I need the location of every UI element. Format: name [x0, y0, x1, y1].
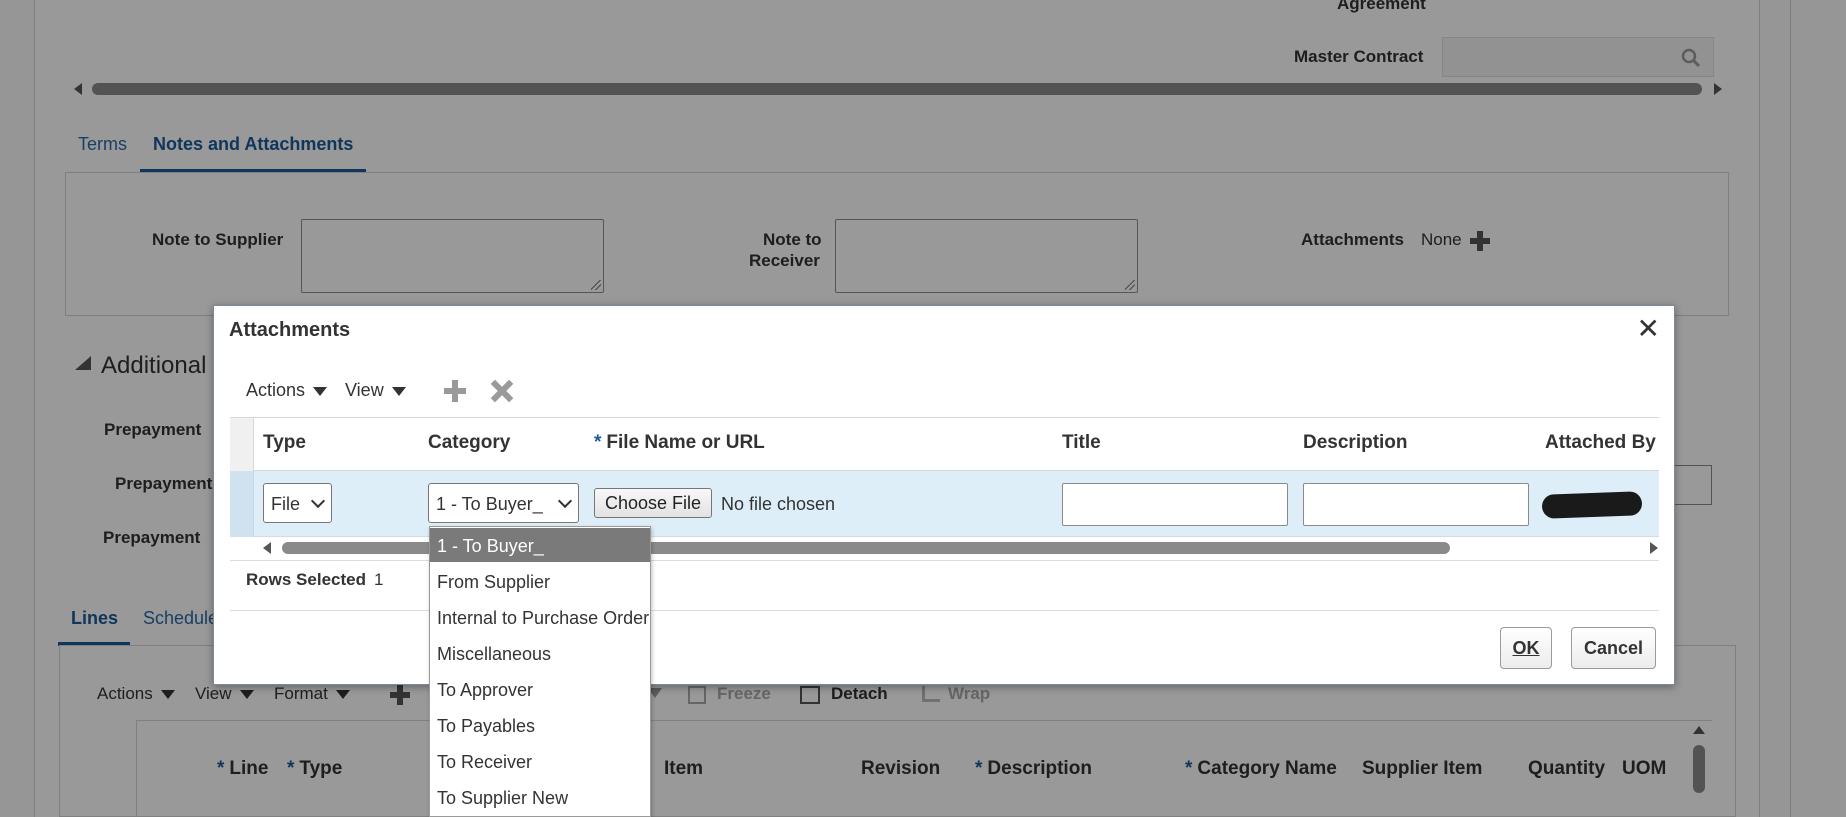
col-title: Title	[1062, 432, 1101, 453]
rows-selected-value: 1	[374, 570, 384, 589]
col-file-name: * File Name or URL	[594, 432, 765, 453]
category-option[interactable]: Miscellaneous	[430, 636, 650, 670]
category-option[interactable]: To Payables	[430, 708, 650, 742]
category-option[interactable]: To Approver	[430, 672, 650, 706]
cancel-button[interactable]: Cancel	[1571, 627, 1656, 669]
col-category: Category	[428, 432, 511, 453]
dialog-view-menu[interactable]: View	[345, 380, 406, 401]
delete-row-icon[interactable]	[491, 380, 513, 402]
caret-down-icon	[391, 386, 406, 396]
chevron-down-icon	[557, 493, 573, 509]
category-option[interactable]: Internal to Purchase Order	[430, 600, 650, 634]
header-selector-cell	[230, 418, 254, 471]
dialog-view-label: View	[345, 380, 384, 400]
row-selector-cell[interactable]	[230, 471, 254, 537]
redacted-attached-by	[1541, 491, 1643, 519]
category-option[interactable]: To Receiver	[430, 744, 650, 778]
dialog-actions-menu[interactable]: Actions	[246, 380, 328, 401]
type-select-value: File	[271, 494, 301, 514]
scroll-left-arrow-icon[interactable]	[263, 542, 271, 554]
category-dropdown-list: 1 - To Buyer_ From Supplier Internal to …	[429, 526, 651, 817]
choose-file-button[interactable]: Choose File	[594, 488, 713, 518]
chevron-down-icon	[310, 493, 326, 509]
add-row-icon[interactable]	[444, 380, 466, 402]
category-option[interactable]: To Supplier New	[430, 780, 650, 814]
close-icon[interactable]: ✕	[1637, 314, 1660, 344]
col-description: Description	[1303, 432, 1408, 453]
category-select-value: 1 - To Buyer_	[436, 494, 543, 514]
col-attached-by: Attached By	[1545, 432, 1656, 453]
rows-selected: Rows Selected 1	[246, 570, 383, 590]
cancel-button-label: Cancel	[1583, 638, 1644, 658]
attachments-grid-header: Type Category * File Name or URL Title De…	[230, 417, 1659, 471]
ok-button[interactable]: OK	[1500, 627, 1552, 669]
dialog-actions-label: Actions	[246, 380, 306, 400]
col-type: Type	[263, 432, 306, 453]
category-select[interactable]: 1 - To Buyer_	[428, 483, 579, 523]
dialog-title: Attachments	[229, 319, 351, 341]
description-input[interactable]	[1303, 483, 1529, 526]
category-option[interactable]: From Supplier	[430, 564, 650, 598]
ok-button-label: OK	[1512, 638, 1540, 658]
type-select[interactable]: File	[263, 483, 332, 523]
title-input[interactable]	[1062, 483, 1288, 526]
caret-down-icon	[313, 386, 328, 396]
no-file-chosen-text: No file chosen	[721, 494, 836, 514]
scroll-right-arrow-icon[interactable]	[1650, 542, 1658, 554]
category-option-selected[interactable]: 1 - To Buyer_	[430, 528, 650, 562]
rows-selected-label: Rows Selected	[246, 570, 366, 589]
